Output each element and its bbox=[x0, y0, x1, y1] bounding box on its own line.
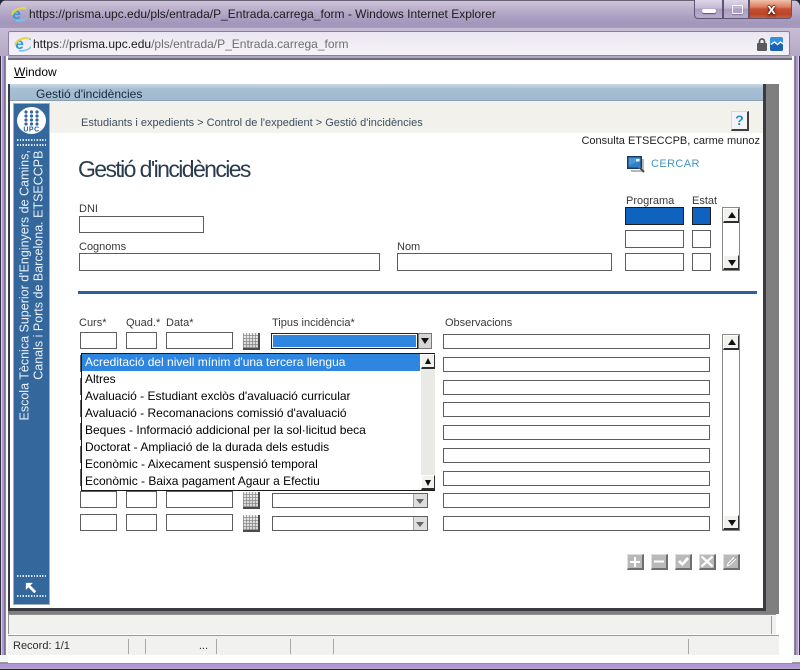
svg-text:UPC: UPC bbox=[23, 127, 39, 134]
